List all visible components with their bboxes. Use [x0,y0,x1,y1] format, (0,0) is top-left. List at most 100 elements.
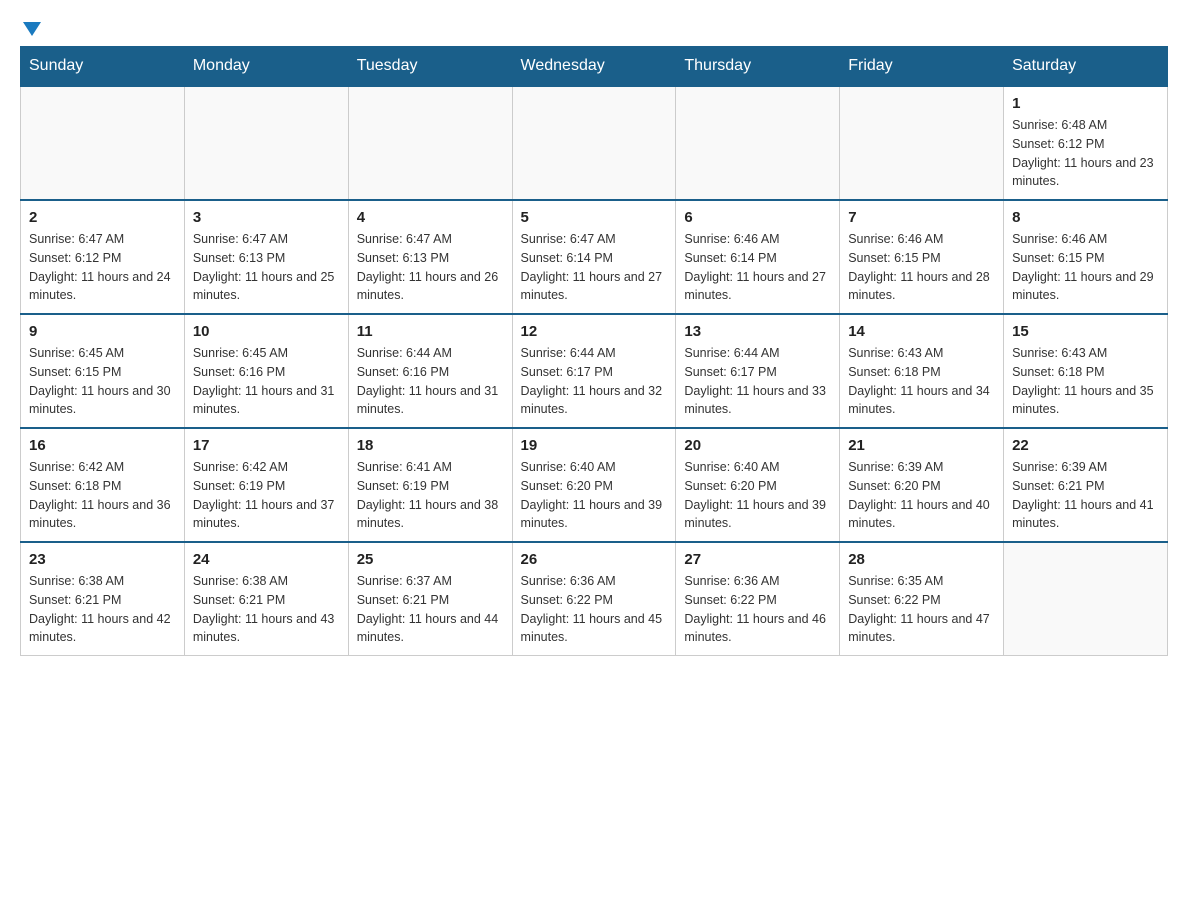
calendar-cell: 28 Sunrise: 6:35 AMSunset: 6:22 PMDayligh… [840,542,1004,656]
calendar-cell: 2 Sunrise: 6:47 AMSunset: 6:12 PMDaylight… [21,200,185,314]
day-number: 25 [357,551,504,568]
weekday-header-row: SundayMondayTuesdayWednesdayThursdayFrid… [21,47,1168,87]
calendar-cell: 3Sunrise: 6:47 AMSunset: 6:13 PMDaylight… [184,200,348,314]
day-number: 17 [193,437,340,454]
day-number: 15 [1012,323,1159,340]
calendar-cell: 12 Sunrise: 6:44 AMSunset: 6:17 PMDayligh… [512,314,676,428]
calendar-cell: 6 Sunrise: 6:46 AMSunset: 6:14 PMDaylight… [676,200,840,314]
calendar-cell [676,86,840,200]
page-header [20,20,1168,36]
calendar-cell: 17 Sunrise: 6:42 AMSunset: 6:19 PMDayligh… [184,428,348,542]
day-number: 11 [357,323,504,340]
day-number: 13 [684,323,831,340]
day-number: 6 [684,209,831,226]
calendar-cell [184,86,348,200]
day-number: 7 [848,209,995,226]
day-info: Sunrise: 6:42 AMSunset: 6:19 PMDaylight:… [193,458,340,533]
day-info: Sunrise: 6:47 AMSunset: 6:13 PMDaylight:… [193,230,340,305]
day-info: Sunrise: 6:44 AMSunset: 6:17 PMDaylight:… [684,344,831,419]
calendar-cell: 16 Sunrise: 6:42 AMSunset: 6:18 PMDayligh… [21,428,185,542]
day-number: 23 [29,551,176,568]
calendar-cell: 26 Sunrise: 6:36 AMSunset: 6:22 PMDayligh… [512,542,676,656]
day-info: Sunrise: 6:44 AMSunset: 6:17 PMDaylight:… [521,344,668,419]
day-info: Sunrise: 6:39 AMSunset: 6:21 PMDaylight:… [1012,458,1159,533]
day-number: 26 [521,551,668,568]
day-info: Sunrise: 6:46 AMSunset: 6:15 PMDaylight:… [1012,230,1159,305]
day-info: Sunrise: 6:43 AMSunset: 6:18 PMDaylight:… [1012,344,1159,419]
day-info: Sunrise: 6:47 AMSunset: 6:13 PMDaylight:… [357,230,504,305]
day-info: Sunrise: 6:48 AMSunset: 6:12 PMDaylight:… [1012,116,1159,191]
calendar-cell: 14 Sunrise: 6:43 AMSunset: 6:18 PMDayligh… [840,314,1004,428]
day-number: 28 [848,551,995,568]
day-number: 1 [1012,95,1159,112]
day-info: Sunrise: 6:41 AMSunset: 6:19 PMDaylight:… [357,458,504,533]
week-row-2: 2 Sunrise: 6:47 AMSunset: 6:12 PMDaylight… [21,200,1168,314]
day-number: 20 [684,437,831,454]
day-info: Sunrise: 6:42 AMSunset: 6:18 PMDaylight:… [29,458,176,533]
calendar-cell: 7 Sunrise: 6:46 AMSunset: 6:15 PMDaylight… [840,200,1004,314]
calendar-cell: 8 Sunrise: 6:46 AMSunset: 6:15 PMDaylight… [1004,200,1168,314]
day-info: Sunrise: 6:45 AMSunset: 6:16 PMDaylight:… [193,344,340,419]
day-number: 21 [848,437,995,454]
calendar-cell: 11 Sunrise: 6:44 AMSunset: 6:16 PMDayligh… [348,314,512,428]
weekday-header-tuesday: Tuesday [348,47,512,87]
calendar-cell [840,86,1004,200]
calendar-cell [21,86,185,200]
day-info: Sunrise: 6:35 AMSunset: 6:22 PMDaylight:… [848,572,995,647]
calendar-cell: 15 Sunrise: 6:43 AMSunset: 6:18 PMDayligh… [1004,314,1168,428]
calendar-cell: 27 Sunrise: 6:36 AMSunset: 6:22 PMDayligh… [676,542,840,656]
calendar-cell: 22 Sunrise: 6:39 AMSunset: 6:21 PMDayligh… [1004,428,1168,542]
calendar-cell [1004,542,1168,656]
day-info: Sunrise: 6:38 AMSunset: 6:21 PMDaylight:… [193,572,340,647]
day-info: Sunrise: 6:47 AMSunset: 6:12 PMDaylight:… [29,230,176,305]
weekday-header-saturday: Saturday [1004,47,1168,87]
day-info: Sunrise: 6:45 AMSunset: 6:15 PMDaylight:… [29,344,176,419]
calendar-cell [512,86,676,200]
week-row-3: 9Sunrise: 6:45 AMSunset: 6:15 PMDaylight… [21,314,1168,428]
calendar-cell [348,86,512,200]
weekday-header-thursday: Thursday [676,47,840,87]
day-number: 12 [521,323,668,340]
calendar-cell: 25 Sunrise: 6:37 AMSunset: 6:21 PMDayligh… [348,542,512,656]
week-row-1: 1 Sunrise: 6:48 AMSunset: 6:12 PMDaylight… [21,86,1168,200]
weekday-header-friday: Friday [840,47,1004,87]
calendar-cell: 9Sunrise: 6:45 AMSunset: 6:15 PMDaylight… [21,314,185,428]
day-info: Sunrise: 6:47 AMSunset: 6:14 PMDaylight:… [521,230,668,305]
day-number: 18 [357,437,504,454]
weekday-header-wednesday: Wednesday [512,47,676,87]
day-number: 22 [1012,437,1159,454]
day-info: Sunrise: 6:36 AMSunset: 6:22 PMDaylight:… [521,572,668,647]
day-number: 10 [193,323,340,340]
day-number: 4 [357,209,504,226]
calendar-cell: 1 Sunrise: 6:48 AMSunset: 6:12 PMDaylight… [1004,86,1168,200]
calendar-cell: 19Sunrise: 6:40 AMSunset: 6:20 PMDayligh… [512,428,676,542]
calendar-cell: 4 Sunrise: 6:47 AMSunset: 6:13 PMDaylight… [348,200,512,314]
calendar-cell: 24 Sunrise: 6:38 AMSunset: 6:21 PMDayligh… [184,542,348,656]
day-number: 27 [684,551,831,568]
weekday-header-monday: Monday [184,47,348,87]
day-info: Sunrise: 6:44 AMSunset: 6:16 PMDaylight:… [357,344,504,419]
week-row-5: 23 Sunrise: 6:38 AMSunset: 6:21 PMDayligh… [21,542,1168,656]
calendar-table: SundayMondayTuesdayWednesdayThursdayFrid… [20,46,1168,656]
day-info: Sunrise: 6:37 AMSunset: 6:21 PMDaylight:… [357,572,504,647]
day-number: 14 [848,323,995,340]
day-number: 16 [29,437,176,454]
day-info: Sunrise: 6:40 AMSunset: 6:20 PMDaylight:… [684,458,831,533]
calendar-cell: 10 Sunrise: 6:45 AMSunset: 6:16 PMDayligh… [184,314,348,428]
day-info: Sunrise: 6:46 AMSunset: 6:15 PMDaylight:… [848,230,995,305]
calendar-cell: 5 Sunrise: 6:47 AMSunset: 6:14 PMDaylight… [512,200,676,314]
day-number: 5 [521,209,668,226]
day-number: 8 [1012,209,1159,226]
day-info: Sunrise: 6:40 AMSunset: 6:20 PMDaylight:… [521,458,668,533]
calendar-cell: 21Sunrise: 6:39 AMSunset: 6:20 PMDayligh… [840,428,1004,542]
day-number: 2 [29,209,176,226]
day-info: Sunrise: 6:38 AMSunset: 6:21 PMDaylight:… [29,572,176,647]
day-info: Sunrise: 6:36 AMSunset: 6:22 PMDaylight:… [684,572,831,647]
week-row-4: 16 Sunrise: 6:42 AMSunset: 6:18 PMDayligh… [21,428,1168,542]
logo [20,20,41,36]
day-info: Sunrise: 6:43 AMSunset: 6:18 PMDaylight:… [848,344,995,419]
calendar-cell: 13 Sunrise: 6:44 AMSunset: 6:17 PMDayligh… [676,314,840,428]
calendar-cell: 23 Sunrise: 6:38 AMSunset: 6:21 PMDayligh… [21,542,185,656]
day-info: Sunrise: 6:46 AMSunset: 6:14 PMDaylight:… [684,230,831,305]
day-number: 24 [193,551,340,568]
